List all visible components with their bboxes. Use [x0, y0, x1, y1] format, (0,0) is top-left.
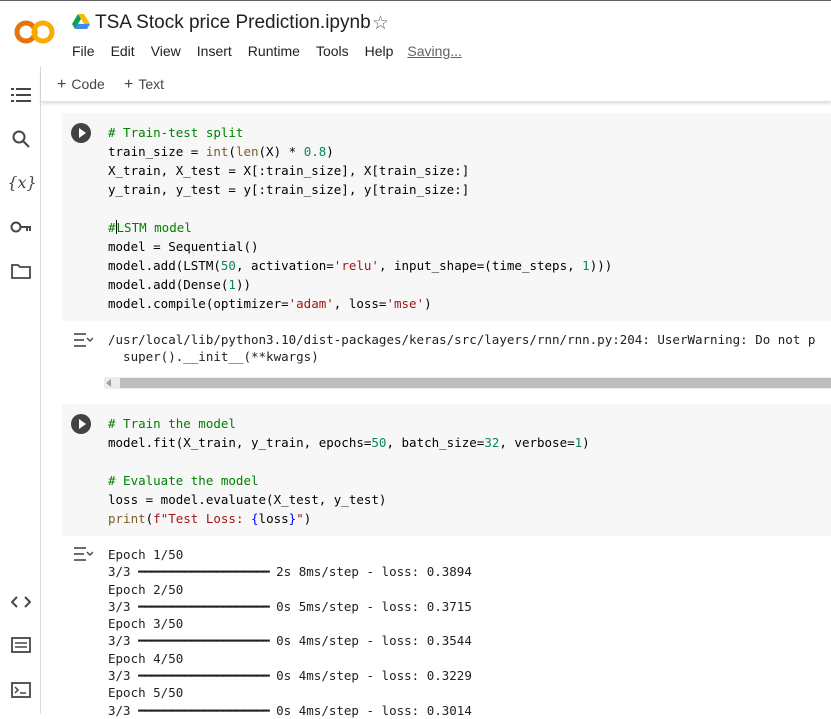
colab-logo[interactable]: [14, 16, 56, 48]
menu-file[interactable]: File: [72, 43, 95, 59]
code-line: model.compile(optimizer='adam', loss='ms…: [108, 296, 432, 311]
code-line: #LSTM model: [108, 220, 192, 235]
add-code-button[interactable]: + Code: [57, 76, 105, 94]
plus-icon: +: [57, 76, 67, 93]
run-cell-button[interactable]: [71, 414, 91, 434]
menu-tools[interactable]: Tools: [316, 43, 349, 59]
menu-view[interactable]: View: [151, 43, 181, 59]
code-snippets-icon[interactable]: [10, 591, 32, 613]
add-text-button[interactable]: + Text: [124, 76, 164, 94]
code-line: model.add(Dense(1)): [108, 277, 252, 292]
menu-edit[interactable]: Edit: [111, 43, 135, 59]
variables-icon[interactable]: {x}: [7, 171, 36, 193]
save-status[interactable]: Saving...: [407, 43, 461, 59]
code-line: model.fit(X_train, y_train, epochs=50, b…: [108, 435, 590, 450]
folder-icon[interactable]: [10, 260, 32, 282]
menu-runtime[interactable]: Runtime: [248, 43, 300, 59]
epoch-label: Epoch 4/50: [108, 650, 184, 666]
epoch-label: Epoch 2/50: [108, 581, 184, 597]
progress-line: 3/3 ━━━━━━━━━━━━━━━━━━━━ 2s 8ms/step - l…: [108, 564, 472, 580]
code-cell[interactable]: # Train the model model.fit(X_train, y_t…: [62, 404, 831, 536]
menu-help[interactable]: Help: [365, 43, 394, 59]
code-line: train_size = int(len(X) * 0.8): [108, 144, 334, 159]
code-cell[interactable]: # Train-test split train_size = int(len(…: [62, 113, 831, 321]
code-line: # Train-test split: [108, 125, 244, 140]
output-menu-icon[interactable]: [73, 332, 93, 348]
progress-line: 3/3 ━━━━━━━━━━━━━━━━━━━━ 0s 4ms/step - l…: [108, 702, 472, 718]
header: TSA Stock price Prediction.ipynb ☆ File …: [0, 0, 831, 66]
notebook-title[interactable]: TSA Stock price Prediction.ipynb: [95, 12, 371, 34]
cell-output: /usr/local/lib/python3.10/dist-packages/…: [62, 321, 831, 393]
notebook-toolbar: + Code + Text: [41, 67, 831, 102]
plus-icon: +: [124, 76, 134, 93]
code-line: X_train, X_test = X[:train_size], X[trai…: [108, 163, 470, 178]
code-line: model.add(LSTM(50, activation='relu', in…: [108, 258, 613, 273]
code-line: # Train the model: [108, 416, 236, 431]
text-cursor: [115, 220, 117, 234]
toc-icon[interactable]: [10, 84, 32, 106]
command-palette-icon[interactable]: [10, 634, 32, 656]
scrollbar-thumb[interactable]: [120, 378, 831, 388]
menu-insert[interactable]: Insert: [197, 43, 232, 59]
code-line: print(f"Test Loss: {loss}"): [108, 511, 312, 526]
epoch-label: Epoch 1/50: [108, 547, 184, 562]
progress-line: 3/3 ━━━━━━━━━━━━━━━━━━━━ 0s 4ms/step - l…: [108, 668, 472, 684]
code-editor[interactable]: # Train-test split train_size = int(len(…: [108, 123, 612, 313]
code-line: loss = model.evaluate(X_test, y_test): [108, 492, 387, 507]
search-icon[interactable]: [10, 128, 32, 150]
code-line: # Evaluate the model: [108, 473, 259, 488]
output-text: /usr/local/lib/python3.10/dist-packages/…: [108, 332, 816, 365]
run-cell-button[interactable]: [71, 123, 91, 143]
horizontal-scrollbar[interactable]: [104, 377, 831, 389]
terminal-icon[interactable]: [10, 679, 32, 701]
code-editor[interactable]: # Train the model model.fit(X_train, y_t…: [108, 414, 590, 528]
star-icon[interactable]: ☆: [372, 12, 389, 35]
scroll-left-icon[interactable]: [106, 379, 111, 387]
progress-line: 3/3 ━━━━━━━━━━━━━━━━━━━━ 0s 5ms/step - l…: [108, 598, 472, 614]
drive-icon[interactable]: [72, 14, 90, 30]
epoch-label: Epoch 5/50: [108, 685, 184, 701]
key-icon[interactable]: [10, 216, 32, 238]
epoch-label: Epoch 3/50: [108, 616, 184, 632]
code-line: y_train, y_test = y[:train_size], y[trai…: [108, 182, 470, 197]
cell-output: Epoch 1/50 3/3 ━━━━━━━━━━━━━━━━━━━━ 2s 8…: [62, 536, 831, 718]
code-line: model = Sequential(): [108, 239, 259, 254]
progress-line: 3/3 ━━━━━━━━━━━━━━━━━━━━ 0s 4ms/step - l…: [108, 633, 472, 649]
output-menu-icon[interactable]: [73, 546, 93, 562]
menu-bar: File Edit View Insert Runtime Tools Help…: [72, 43, 478, 59]
left-sidebar: {x}: [0, 66, 41, 714]
training-log: Epoch 1/50 3/3 ━━━━━━━━━━━━━━━━━━━━ 2s 8…: [108, 546, 472, 719]
